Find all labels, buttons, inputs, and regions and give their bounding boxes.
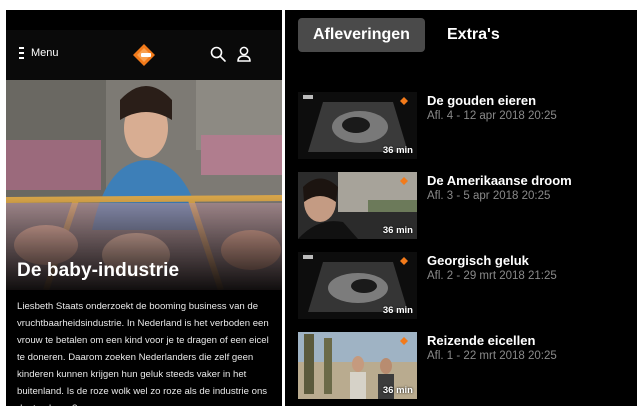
episode-item[interactable]: 36 min De Amerikaanse droom Afl. 3 - 5 a…: [298, 172, 633, 242]
episode-title: De Amerikaanse droom: [427, 173, 572, 188]
episode-thumbnail: 36 min: [298, 92, 417, 159]
top-navigation-bar: Menu: [6, 30, 282, 80]
tab-extras[interactable]: Extra's: [447, 18, 500, 52]
episode-duration: 36 min: [382, 145, 413, 156]
tablet-screen: Afleveringen Extra's 36 min De gouden ei…: [285, 10, 637, 406]
episode-thumbnail: 36 min: [298, 332, 417, 399]
episode-meta: Afl. 3 - 5 apr 2018 20:25: [427, 190, 551, 202]
episode-meta: Afl. 1 - 22 mrt 2018 20:25: [427, 350, 557, 362]
episode-item[interactable]: 36 min Georgisch geluk Afl. 2 - 29 mrt 2…: [298, 252, 633, 322]
show-title: De baby-industrie: [17, 260, 180, 281]
hero-image: [6, 80, 282, 290]
menu-button[interactable]: Menu: [19, 47, 59, 59]
episode-thumbnail: 36 min: [298, 252, 417, 319]
episode-duration: 36 min: [382, 225, 413, 236]
episode-meta: Afl. 4 - 12 apr 2018 20:25: [427, 110, 557, 122]
tab-afleveringen[interactable]: Afleveringen: [298, 18, 425, 52]
episode-duration: 36 min: [382, 385, 413, 396]
phone-screen: Menu De baby-industrie Liesbeth Staats o…: [6, 10, 282, 406]
status-bar: [6, 10, 282, 30]
hero-photo: [6, 80, 282, 290]
episode-title: De gouden eieren: [427, 93, 537, 108]
user-icon[interactable]: [235, 45, 253, 63]
search-icon[interactable]: [209, 45, 227, 63]
hamburger-icon: [19, 47, 24, 59]
episode-thumbnail: 36 min: [298, 172, 417, 239]
npo-start-logo[interactable]: [132, 43, 156, 67]
episode-title: Georgisch geluk: [427, 253, 529, 268]
menu-label: Menu: [31, 47, 59, 59]
episode-title: Reizende eicellen: [427, 333, 536, 348]
episode-item[interactable]: 36 min Reizende eicellen Afl. 1 - 22 mrt…: [298, 332, 633, 402]
episode-item[interactable]: 36 min De gouden eieren Afl. 4 - 12 apr …: [298, 92, 633, 162]
episode-duration: 36 min: [382, 305, 413, 316]
episode-meta: Afl. 2 - 29 mrt 2018 21:25: [427, 270, 557, 282]
show-description: Liesbeth Staats onderzoekt de booming bu…: [17, 301, 269, 406]
